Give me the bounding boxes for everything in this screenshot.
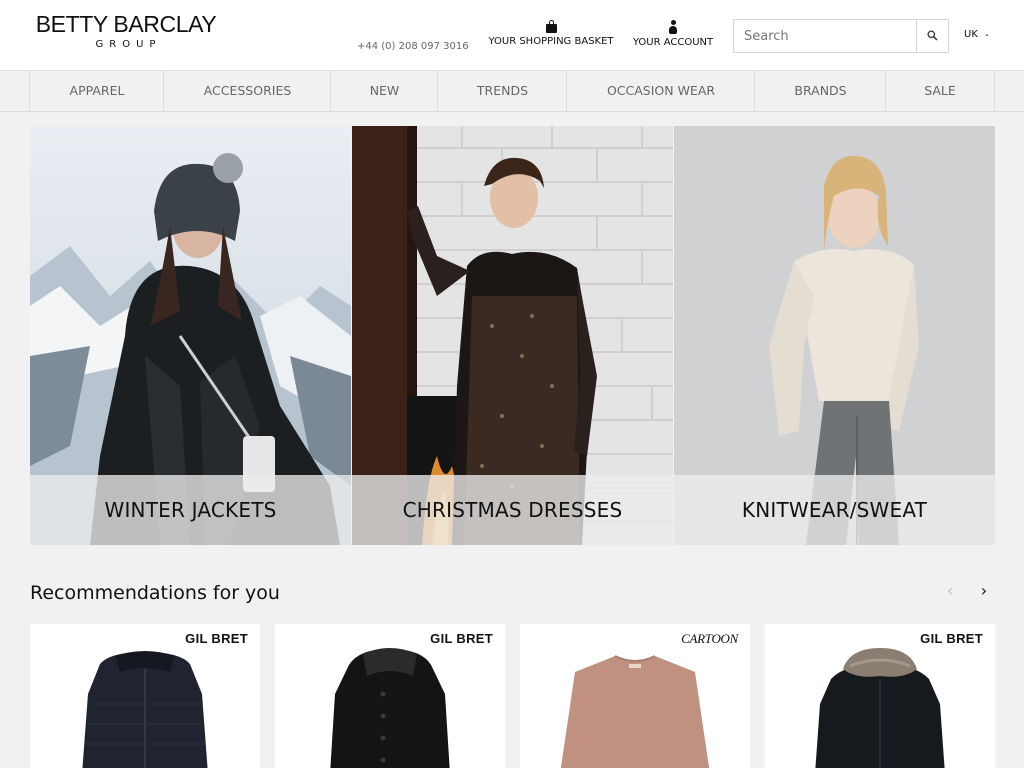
language-selector[interactable]: UK ⌄ <box>964 29 990 40</box>
chevron-down-icon: ⌄ <box>983 30 990 38</box>
search-form <box>733 19 949 53</box>
account-link[interactable]: YOUR ACCOUNT <box>632 20 714 48</box>
product-brand: GIL BRET <box>185 631 248 646</box>
language-label: UK <box>964 29 978 40</box>
hero-tile-christmas-dresses[interactable]: CHRISTMAS DRESSES <box>352 126 673 545</box>
shopping-bag-icon <box>545 20 557 33</box>
hero-tile-winter-jackets[interactable]: WINTER JACKETS <box>30 126 351 545</box>
nav-item-accessories[interactable]: ACCESSORIES <box>163 71 331 111</box>
logo-subtitle: GROUP <box>95 39 162 50</box>
product-card[interactable]: GIL BRET <box>30 624 260 768</box>
nav-item-apparel[interactable]: APPAREL <box>29 71 164 111</box>
phone-number[interactable]: +44 (0) 208 097 3016 <box>357 41 469 52</box>
search-button[interactable] <box>916 20 948 52</box>
nav-item-new[interactable]: NEW <box>330 71 438 111</box>
account-label: YOUR ACCOUNT <box>632 37 714 48</box>
nav-item-trends[interactable]: TRENDS <box>437 71 567 111</box>
product-brand: GIL BRET <box>430 631 493 646</box>
product-brand: GIL BRET <box>920 631 983 646</box>
search-input[interactable] <box>734 20 916 52</box>
product-card[interactable]: GIL BRET <box>275 624 505 768</box>
site-header: BETTY BARCLAY GROUP +44 (0) 208 097 3016… <box>0 0 1024 71</box>
carousel-prev-button[interactable]: ‹ <box>939 580 961 602</box>
nav-item-brands[interactable]: BRANDS <box>754 71 886 111</box>
basket-label: YOUR SHOPPING BASKET <box>488 36 614 47</box>
product-card[interactable]: CARTOON <box>520 624 750 768</box>
tile-caption: KNITWEAR/SWEAT <box>674 475 995 545</box>
chevron-left-icon: ‹ <box>946 581 954 600</box>
product-card[interactable]: GIL BRET <box>765 624 995 768</box>
main-navigation: APPAREL ACCESSORIES NEW TRENDS OCCASION … <box>0 71 1024 112</box>
tile-caption: WINTER JACKETS <box>30 475 351 545</box>
recommendations-title: Recommendations for you <box>30 582 280 604</box>
magnifier-icon <box>927 30 938 41</box>
product-brand: CARTOON <box>681 631 738 646</box>
shopping-basket-link[interactable]: YOUR SHOPPING BASKET <box>488 20 614 47</box>
hero-tile-knitwear-sweat[interactable]: KNITWEAR/SWEAT <box>674 126 995 545</box>
tile-caption: CHRISTMAS DRESSES <box>352 475 673 545</box>
nav-item-sale[interactable]: SALE <box>885 71 995 111</box>
user-icon <box>668 20 678 34</box>
chevron-right-icon: › <box>980 581 988 600</box>
carousel-next-button[interactable]: › <box>973 580 995 602</box>
logo-wordmark: BETTY BARCLAY <box>35 11 217 37</box>
nav-item-occasion-wear[interactable]: OCCASION WEAR <box>566 71 755 111</box>
logo[interactable]: BETTY BARCLAY GROUP <box>30 12 222 50</box>
